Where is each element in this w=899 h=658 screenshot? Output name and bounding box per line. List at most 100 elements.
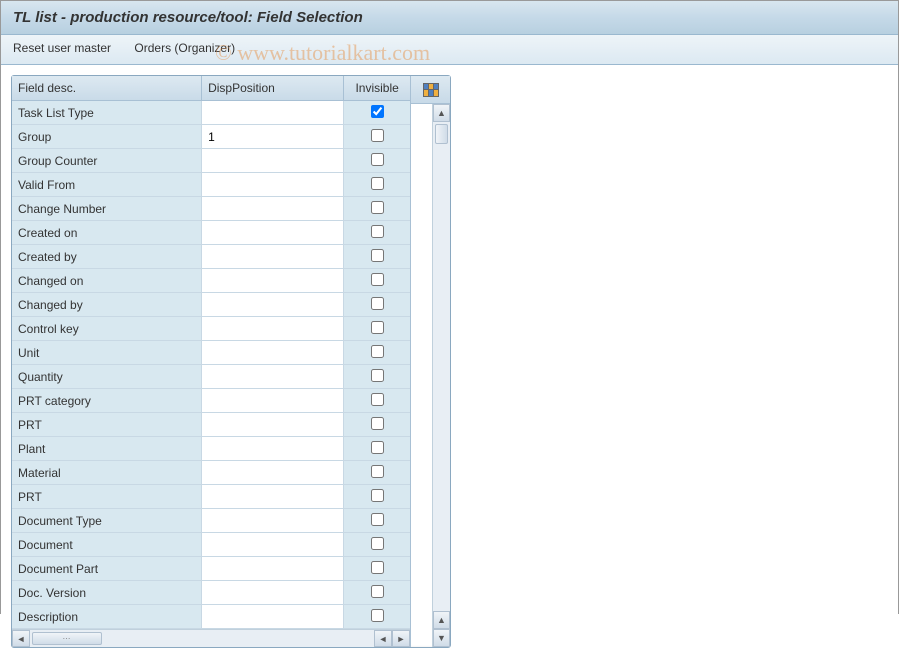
disp-position-input[interactable] (208, 538, 337, 552)
field-desc-cell[interactable]: Description (12, 605, 202, 629)
scroll-right-end-button[interactable]: ► (392, 630, 410, 647)
disp-position-input[interactable] (208, 346, 337, 360)
invisible-checkbox[interactable] (371, 441, 384, 454)
field-desc-cell[interactable]: Document Part (12, 557, 202, 581)
field-desc-cell[interactable]: Changed by (12, 293, 202, 317)
field-desc-cell[interactable]: Created on (12, 221, 202, 245)
disp-position-input[interactable] (208, 130, 337, 144)
field-desc-cell[interactable]: Group (12, 125, 202, 149)
orders-organizer-button[interactable]: Orders (Organizer) (134, 41, 235, 55)
disp-position-cell[interactable] (202, 149, 344, 173)
invisible-checkbox[interactable] (371, 585, 384, 598)
invisible-checkbox[interactable] (371, 345, 384, 358)
disp-position-input[interactable] (208, 514, 337, 528)
grid-config-button[interactable] (411, 76, 450, 104)
invisible-checkbox[interactable] (371, 321, 384, 334)
header-field-desc[interactable]: Field desc. (12, 76, 202, 101)
field-desc-cell[interactable]: Material (12, 461, 202, 485)
invisible-checkbox[interactable] (371, 513, 384, 526)
disp-position-input[interactable] (208, 562, 337, 576)
field-desc-cell[interactable]: PRT category (12, 389, 202, 413)
disp-position-input[interactable] (208, 466, 337, 480)
disp-position-cell[interactable] (202, 461, 344, 485)
scroll-up-button[interactable]: ▲ (433, 104, 450, 122)
disp-position-cell[interactable] (202, 581, 344, 605)
disp-position-cell[interactable] (202, 509, 344, 533)
disp-position-cell[interactable] (202, 413, 344, 437)
field-desc-cell[interactable]: Doc. Version (12, 581, 202, 605)
invisible-checkbox[interactable] (371, 273, 384, 286)
disp-position-cell[interactable] (202, 389, 344, 413)
field-desc-cell[interactable]: PRT (12, 485, 202, 509)
invisible-checkbox[interactable] (371, 249, 384, 262)
disp-position-cell[interactable] (202, 485, 344, 509)
field-desc-cell[interactable]: Change Number (12, 197, 202, 221)
disp-position-cell[interactable] (202, 557, 344, 581)
disp-position-cell[interactable] (202, 125, 344, 149)
disp-position-input[interactable] (208, 490, 337, 504)
invisible-checkbox[interactable] (371, 225, 384, 238)
disp-position-input[interactable] (208, 226, 337, 240)
field-desc-cell[interactable]: Task List Type (12, 101, 202, 125)
field-desc-cell[interactable]: Quantity (12, 365, 202, 389)
field-desc-cell[interactable]: Created by (12, 245, 202, 269)
disp-position-input[interactable] (208, 610, 337, 624)
invisible-checkbox[interactable] (371, 537, 384, 550)
invisible-checkbox[interactable] (371, 465, 384, 478)
disp-position-input[interactable] (208, 442, 337, 456)
disp-position-cell[interactable] (202, 293, 344, 317)
disp-position-input[interactable] (208, 370, 337, 384)
disp-position-input[interactable] (208, 154, 337, 168)
disp-position-input[interactable] (208, 394, 337, 408)
invisible-checkbox[interactable] (371, 177, 384, 190)
field-desc-cell[interactable]: PRT (12, 413, 202, 437)
disp-position-cell[interactable] (202, 269, 344, 293)
scroll-track-h[interactable]: ⋯ (30, 630, 374, 647)
disp-position-cell[interactable] (202, 245, 344, 269)
disp-position-input[interactable] (208, 106, 337, 120)
disp-position-cell[interactable] (202, 341, 344, 365)
disp-position-input[interactable] (208, 298, 337, 312)
disp-position-input[interactable] (208, 274, 337, 288)
disp-position-cell[interactable] (202, 221, 344, 245)
disp-position-cell[interactable] (202, 197, 344, 221)
scroll-down-button[interactable]: ▼ (433, 629, 450, 647)
disp-position-cell[interactable] (202, 173, 344, 197)
invisible-checkbox[interactable] (371, 561, 384, 574)
disp-position-cell[interactable] (202, 365, 344, 389)
disp-position-cell[interactable] (202, 317, 344, 341)
disp-position-input[interactable] (208, 178, 337, 192)
disp-position-input[interactable] (208, 586, 337, 600)
disp-position-input[interactable] (208, 322, 337, 336)
header-disp-position[interactable]: DispPosition (202, 76, 344, 101)
invisible-checkbox[interactable] (371, 393, 384, 406)
field-desc-cell[interactable]: Control key (12, 317, 202, 341)
scroll-thumb-v[interactable] (435, 124, 448, 144)
disp-position-cell[interactable] (202, 101, 344, 125)
field-desc-cell[interactable]: Group Counter (12, 149, 202, 173)
field-desc-cell[interactable]: Unit (12, 341, 202, 365)
disp-position-input[interactable] (208, 202, 337, 216)
invisible-checkbox[interactable] (371, 297, 384, 310)
reset-user-master-button[interactable]: Reset user master (13, 41, 111, 55)
field-desc-cell[interactable]: Document (12, 533, 202, 557)
invisible-checkbox[interactable] (371, 489, 384, 502)
invisible-checkbox[interactable] (371, 201, 384, 214)
header-invisible[interactable]: Invisible (344, 76, 410, 101)
invisible-checkbox[interactable] (371, 153, 384, 166)
invisible-checkbox[interactable] (371, 417, 384, 430)
scroll-track-v[interactable] (433, 122, 450, 611)
disp-position-input[interactable] (208, 250, 337, 264)
invisible-checkbox[interactable] (371, 609, 384, 622)
field-desc-cell[interactable]: Document Type (12, 509, 202, 533)
disp-position-cell[interactable] (202, 437, 344, 461)
invisible-checkbox[interactable] (371, 129, 384, 142)
disp-position-input[interactable] (208, 418, 337, 432)
disp-position-cell[interactable] (202, 605, 344, 629)
invisible-checkbox[interactable] (371, 105, 384, 118)
field-desc-cell[interactable]: Valid From (12, 173, 202, 197)
field-desc-cell[interactable]: Changed on (12, 269, 202, 293)
scroll-left-button[interactable]: ◄ (12, 630, 30, 647)
scroll-thumb-h[interactable]: ⋯ (32, 632, 102, 645)
field-desc-cell[interactable]: Plant (12, 437, 202, 461)
